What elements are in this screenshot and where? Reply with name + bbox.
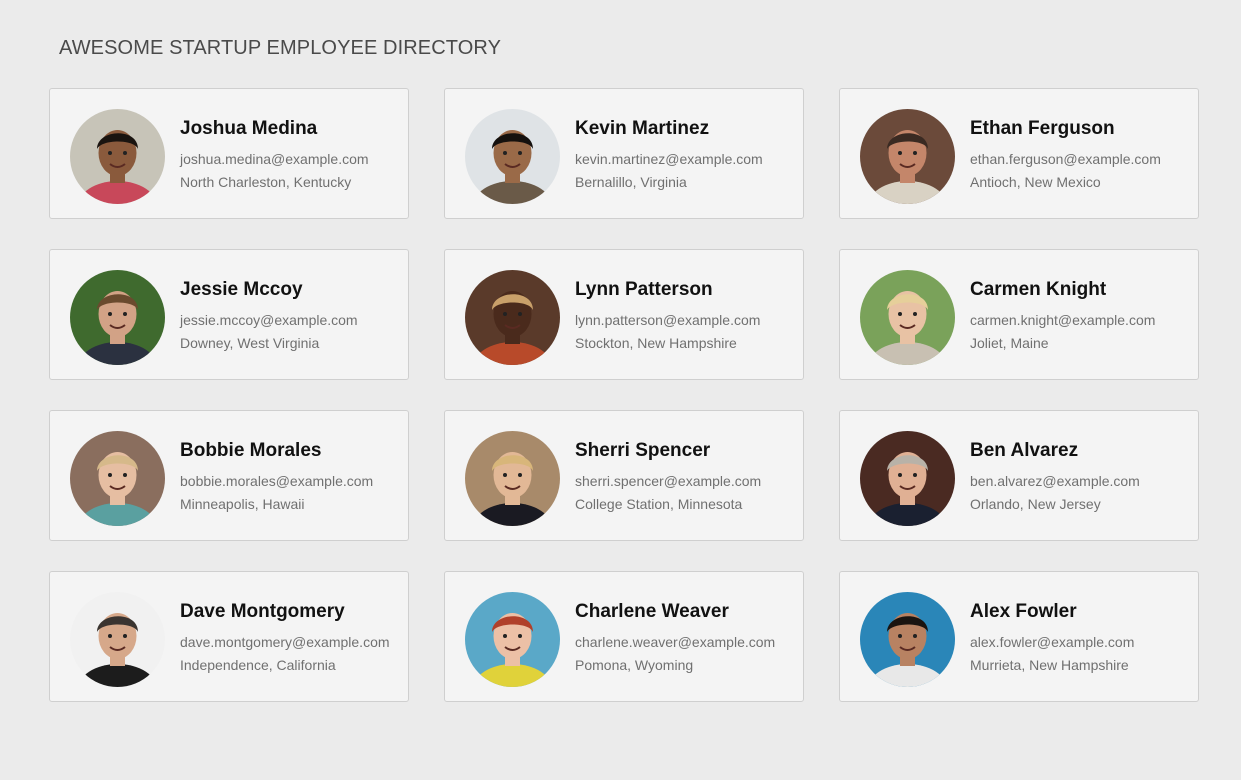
person-photo-icon <box>465 592 560 687</box>
employee-card[interactable]: Carmen Knight carmen.knight@example.com … <box>839 249 1199 380</box>
employee-email: kevin.martinez@example.com <box>575 151 763 167</box>
employee-info: Jessie Mccoy jessie.mccoy@example.com Do… <box>180 279 400 355</box>
employee-location: College Station, Minnesota <box>575 496 743 512</box>
employee-card[interactable]: Ethan Ferguson ethan.ferguson@example.co… <box>839 88 1199 219</box>
employee-name: Jessie Mccoy <box>180 279 303 300</box>
employee-avatar <box>860 592 955 687</box>
person-photo-icon <box>70 270 165 365</box>
employee-name: Ben Alvarez <box>970 440 1079 461</box>
employee-email: carmen.knight@example.com <box>970 312 1156 328</box>
employee-avatar <box>860 270 955 365</box>
employee-card[interactable]: Dave Montgomery dave.montgomery@example.… <box>49 571 409 702</box>
person-photo-icon <box>860 431 955 526</box>
employee-avatar <box>70 592 165 687</box>
person-photo-icon <box>860 109 955 204</box>
employee-avatar <box>465 270 560 365</box>
person-photo-icon <box>860 592 955 687</box>
employee-avatar <box>860 109 955 204</box>
employee-location: North Charleston, Kentucky <box>180 174 352 190</box>
employee-location: Downey, West Virginia <box>180 335 320 351</box>
employee-avatar <box>860 431 955 526</box>
employee-location: Stockton, New Hampshire <box>575 335 737 351</box>
employee-avatar <box>70 109 165 204</box>
employee-info: Carmen Knight carmen.knight@example.com … <box>970 279 1190 355</box>
employee-email: ethan.ferguson@example.com <box>970 151 1161 167</box>
employee-email: bobbie.morales@example.com <box>180 473 374 489</box>
employee-info: Bobbie Morales bobbie.morales@example.co… <box>180 440 400 516</box>
employee-email: alex.fowler@example.com <box>970 634 1135 650</box>
person-photo-icon <box>70 109 165 204</box>
person-photo-icon <box>465 270 560 365</box>
employee-location: Bernalillo, Virginia <box>575 174 687 190</box>
employee-avatar <box>70 431 165 526</box>
employee-location: Joliet, Maine <box>970 335 1049 351</box>
employee-card[interactable]: Bobbie Morales bobbie.morales@example.co… <box>49 410 409 541</box>
employee-location: Orlando, New Jersey <box>970 496 1101 512</box>
employee-info: Charlene Weaver charlene.weaver@example.… <box>575 601 795 677</box>
employee-email: lynn.patterson@example.com <box>575 312 761 328</box>
employee-card[interactable]: Joshua Medina joshua.medina@example.com … <box>49 88 409 219</box>
page-title: AWESOME STARTUP EMPLOYEE DIRECTORY <box>59 37 502 59</box>
employee-location: Antioch, New Mexico <box>970 174 1101 190</box>
employee-name: Bobbie Morales <box>180 440 322 461</box>
employee-name: Kevin Martinez <box>575 118 710 139</box>
employee-grid: Joshua Medina joshua.medina@example.com … <box>49 88 1199 702</box>
person-photo-icon <box>70 592 165 687</box>
employee-avatar <box>465 431 560 526</box>
employee-email: ben.alvarez@example.com <box>970 473 1140 489</box>
employee-name: Lynn Patterson <box>575 279 713 300</box>
employee-name: Carmen Knight <box>970 279 1107 300</box>
employee-card[interactable]: Ben Alvarez ben.alvarez@example.com Orla… <box>839 410 1199 541</box>
person-photo-icon <box>465 109 560 204</box>
employee-card[interactable]: Kevin Martinez kevin.martinez@example.co… <box>444 88 804 219</box>
employee-location: Murrieta, New Hampshire <box>970 657 1129 673</box>
employee-email: dave.montgomery@example.com <box>180 634 390 650</box>
employee-location: Independence, California <box>180 657 336 673</box>
employee-info: Kevin Martinez kevin.martinez@example.co… <box>575 118 795 194</box>
employee-info: Dave Montgomery dave.montgomery@example.… <box>180 601 400 677</box>
employee-email: sherri.spencer@example.com <box>575 473 762 489</box>
employee-info: Joshua Medina joshua.medina@example.com … <box>180 118 400 194</box>
employee-info: Alex Fowler alex.fowler@example.com Murr… <box>970 601 1190 677</box>
person-photo-icon <box>70 431 165 526</box>
employee-info: Ethan Ferguson ethan.ferguson@example.co… <box>970 118 1190 194</box>
person-photo-icon <box>465 431 560 526</box>
employee-card[interactable]: Charlene Weaver charlene.weaver@example.… <box>444 571 804 702</box>
employee-name: Charlene Weaver <box>575 601 729 622</box>
employee-email: charlene.weaver@example.com <box>575 634 776 650</box>
employee-card[interactable]: Sherri Spencer sherri.spencer@example.co… <box>444 410 804 541</box>
employee-card[interactable]: Jessie Mccoy jessie.mccoy@example.com Do… <box>49 249 409 380</box>
employee-name: Joshua Medina <box>180 118 318 139</box>
employee-email: joshua.medina@example.com <box>180 151 369 167</box>
employee-info: Ben Alvarez ben.alvarez@example.com Orla… <box>970 440 1190 516</box>
employee-email: jessie.mccoy@example.com <box>180 312 358 328</box>
employee-name: Ethan Ferguson <box>970 118 1115 139</box>
employee-avatar <box>465 592 560 687</box>
employee-info: Sherri Spencer sherri.spencer@example.co… <box>575 440 795 516</box>
employee-info: Lynn Patterson lynn.patterson@example.co… <box>575 279 795 355</box>
employee-name: Alex Fowler <box>970 601 1077 622</box>
employee-card[interactable]: Lynn Patterson lynn.patterson@example.co… <box>444 249 804 380</box>
employee-avatar <box>465 109 560 204</box>
employee-name: Sherri Spencer <box>575 440 711 461</box>
employee-location: Pomona, Wyoming <box>575 657 694 673</box>
person-photo-icon <box>860 270 955 365</box>
employee-avatar <box>70 270 165 365</box>
employee-card[interactable]: Alex Fowler alex.fowler@example.com Murr… <box>839 571 1199 702</box>
employee-location: Minneapolis, Hawaii <box>180 496 305 512</box>
employee-name: Dave Montgomery <box>180 601 345 622</box>
